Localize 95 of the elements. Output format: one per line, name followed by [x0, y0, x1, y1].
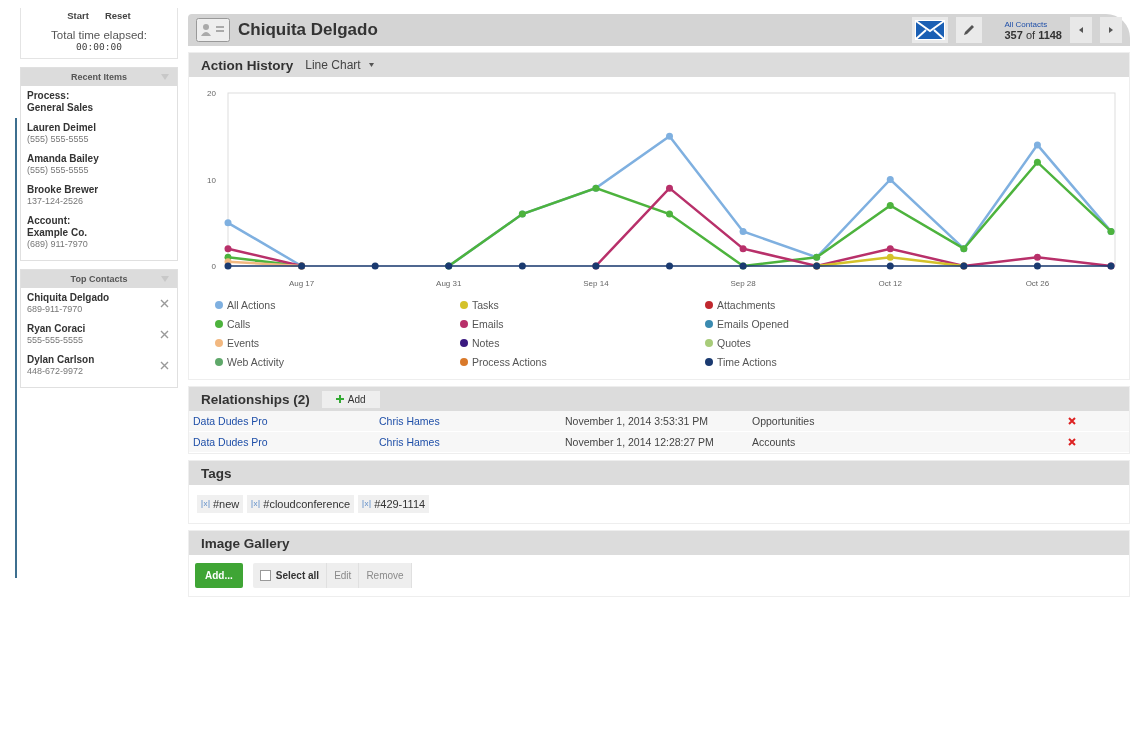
x-tick-label: Aug 31 [436, 279, 462, 288]
pencil-icon [962, 23, 977, 37]
point [666, 132, 673, 140]
chart-type-dropdown[interactable]: Line Chart [305, 58, 374, 72]
company-link[interactable]: Data Dudes Pro [193, 415, 379, 427]
point [224, 262, 232, 270]
envelope-icon [915, 20, 946, 40]
right-arrow-icon [1109, 27, 1113, 33]
contact-item[interactable]: Chiquita Delgado 689-911-7970 [21, 288, 116, 319]
section-title: Tags [201, 465, 232, 481]
start-link[interactable]: Start [67, 10, 89, 21]
add-button[interactable]: Add [321, 390, 380, 408]
point [886, 262, 894, 270]
recent-item[interactable]: Brooke Brewer 137-124-2526 [21, 180, 177, 211]
legend-item[interactable]: Tasks [460, 295, 705, 314]
y-tick-label: 20 [207, 89, 216, 98]
contact-item[interactable]: Dylan Carlson 448-672-9972 [21, 350, 101, 381]
reset-link[interactable]: Reset [104, 10, 131, 21]
legend-item[interactable]: Notes [460, 333, 705, 352]
close-icon[interactable] [160, 361, 169, 370]
previous-button[interactable] [1070, 17, 1092, 43]
point [1033, 141, 1041, 149]
point [666, 184, 673, 192]
date-cell-text: November 1, 2014 12:28:27 PM [565, 436, 715, 448]
person-link[interactable]: Chris Hames [379, 436, 565, 448]
point [518, 262, 526, 270]
point [224, 219, 232, 227]
x-tick-label: Aug 17 [288, 279, 315, 288]
point [1033, 262, 1041, 270]
section-title: Action History [201, 57, 294, 73]
point [886, 245, 894, 253]
x-tick-label: Oct 12 [878, 279, 903, 288]
delete-icon[interactable] [1068, 438, 1076, 446]
tag-chip[interactable]: #new [197, 495, 244, 513]
person-link[interactable]: Chris Hames [379, 415, 565, 427]
point [666, 210, 673, 218]
type-cell-text: Accounts [752, 436, 797, 448]
next-button[interactable] [1100, 17, 1122, 43]
plus-icon [335, 395, 344, 403]
left-arrow-icon [1079, 27, 1083, 33]
y-tick-label: 10 [207, 175, 216, 185]
tag-chip[interactable]: #429-1114 [358, 495, 430, 513]
legend-item[interactable]: Emails [460, 314, 705, 333]
panel-title: Top Contacts [70, 274, 128, 284]
contact-card-icon [196, 18, 230, 42]
legend-item[interactable]: Web Activity [215, 352, 460, 371]
contact-name: Chiquita Delgado [238, 20, 378, 40]
recent-item[interactable]: Account: Example Co. (689) 911-7970 [21, 211, 177, 254]
remove-icon[interactable] [201, 500, 210, 508]
record-position: 357 of 1148 [1004, 30, 1062, 40]
email-button[interactable] [912, 17, 949, 43]
recent-item[interactable]: Amanda Bailey (555) 555-5555 [21, 149, 177, 180]
point [666, 262, 673, 270]
delete-icon[interactable] [1068, 417, 1076, 425]
tag-chip[interactable]: #cloudconference [247, 495, 355, 513]
recent-item[interactable]: Lauren Deimel (555) 555-5555 [21, 118, 177, 149]
point [886, 201, 894, 209]
all-contacts-link[interactable]: All Contacts [1004, 20, 1062, 30]
legend-item[interactable]: Quotes [705, 333, 950, 352]
section-title: Relationships (2) [201, 391, 310, 407]
point [886, 176, 894, 183]
contact-item[interactable]: Ryan Coraci 555-555-5555 [21, 319, 92, 350]
legend-item[interactable]: Events [215, 333, 460, 352]
edit-button[interactable] [956, 17, 983, 43]
recent-item[interactable]: Process: General Sales [21, 86, 177, 118]
point [224, 245, 232, 253]
type-cell-text: Opportunities [752, 415, 816, 427]
panel-title: Recent Items [71, 72, 127, 82]
y-tick-label: 0 [211, 262, 216, 271]
legend-item[interactable]: Attachments [705, 295, 950, 314]
legend-item[interactable]: Time Actions [705, 352, 950, 371]
point [371, 262, 379, 270]
select-all-checkbox[interactable]: Select all [252, 563, 328, 588]
legend-item[interactable]: Calls [215, 314, 460, 333]
point [739, 227, 747, 235]
section-title: Image Gallery [201, 535, 290, 551]
date-cell-text: November 1, 2014 3:53:31 PM [565, 415, 709, 427]
elapsed-time: 00:00:00 [75, 41, 123, 52]
caret-icon [368, 63, 374, 67]
point [1033, 253, 1041, 261]
close-icon[interactable] [160, 330, 169, 339]
legend-item[interactable]: All Actions [215, 295, 460, 314]
x-tick-label: Oct 26 [1025, 279, 1050, 288]
point [739, 245, 747, 253]
legend-item[interactable]: Emails Opened [705, 314, 950, 333]
x-tick-label: Sep 28 [730, 279, 756, 288]
point [886, 253, 894, 261]
remove-icon[interactable] [362, 500, 372, 508]
point [1033, 158, 1041, 166]
elapsed-label: Total time elapsed: [50, 29, 148, 41]
remove-icon[interactable] [251, 500, 261, 508]
close-icon[interactable] [160, 299, 169, 308]
x-tick-label: Sep 14 [583, 279, 609, 288]
company-link[interactable]: Data Dudes Pro [193, 436, 379, 448]
legend-item[interactable]: Process Actions [460, 352, 705, 371]
